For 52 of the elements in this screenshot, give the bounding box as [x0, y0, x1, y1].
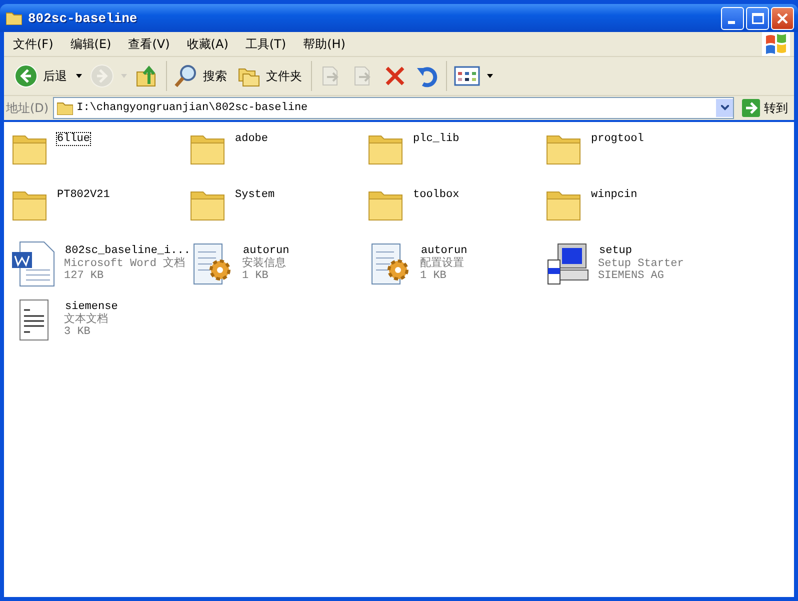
file-detail: 配置设置 — [420, 258, 465, 270]
views-icon — [454, 66, 480, 86]
menu-item[interactable]: 收藏(A) — [178, 36, 236, 52]
file-name[interactable]: toolbox — [412, 188, 460, 202]
address-field[interactable]: I:\changyongruanjian\802sc-baseline — [52, 97, 734, 119]
file-detail: Microsoft Word 文档 — [64, 258, 186, 270]
file-detail: 127 KB — [64, 270, 105, 282]
file-name[interactable]: siemense — [64, 300, 119, 314]
file-detail: 文本文档 — [64, 314, 109, 326]
dropdown-button[interactable] — [716, 99, 733, 117]
maximize-button[interactable] — [746, 6, 769, 30]
back-button[interactable]: 后退 — [10, 62, 86, 90]
file-detail: 安装信息 — [242, 258, 287, 270]
file-name[interactable]: adobe — [234, 132, 270, 146]
close-icon — [777, 12, 788, 24]
chevron-down-icon — [720, 105, 728, 111]
undo-icon — [415, 64, 439, 88]
menu-item[interactable]: 文件(F) — [4, 36, 62, 52]
search-icon — [174, 64, 198, 88]
file-name[interactable]: setup — [598, 244, 634, 258]
menu-item[interactable]: 查看(V) — [119, 36, 178, 52]
file-detail: SIEMENS AG — [598, 270, 666, 282]
minimize-icon — [728, 20, 734, 24]
file-name[interactable]: PT802V21 — [56, 188, 111, 202]
folder-icon — [6, 11, 22, 25]
file-detail: 1 KB — [420, 270, 448, 282]
file-name[interactable]: System — [234, 188, 276, 202]
search-button[interactable]: 搜索 — [170, 62, 233, 90]
file-name[interactable]: progtool — [590, 132, 645, 146]
delete-icon — [383, 64, 407, 88]
menu-item[interactable]: 工具(T) — [236, 36, 294, 52]
folders-button[interactable]: 文件夹 — [233, 62, 308, 90]
menu-item[interactable]: 编辑(E) — [61, 36, 120, 52]
file-detail: 3 KB — [64, 326, 92, 338]
minimize-button[interactable] — [721, 6, 744, 30]
file-name[interactable]: 6llue — [56, 132, 92, 146]
file-name[interactable]: 802sc_baseline_i... — [64, 244, 192, 258]
file-name[interactable]: winpcin — [590, 188, 638, 202]
right-arrow-icon — [742, 99, 760, 117]
go-button[interactable]: 转到 — [738, 99, 792, 117]
windows-logo-icon — [762, 32, 790, 56]
file-name[interactable]: plc_lib — [412, 132, 460, 146]
window-title: 802sc-baseline — [28, 10, 138, 26]
file-detail: 1 KB — [242, 270, 270, 282]
maximize-icon — [752, 12, 764, 24]
menu-item[interactable]: 帮助(H) — [294, 36, 354, 52]
file-name[interactable]: autorun — [242, 244, 290, 258]
file-detail: Setup Starter — [598, 258, 684, 270]
file-name[interactable]: autorun — [420, 244, 468, 258]
folder-icon — [56, 101, 73, 115]
close-button[interactable] — [771, 6, 794, 30]
address-label: 地址(D) — [6, 100, 49, 116]
